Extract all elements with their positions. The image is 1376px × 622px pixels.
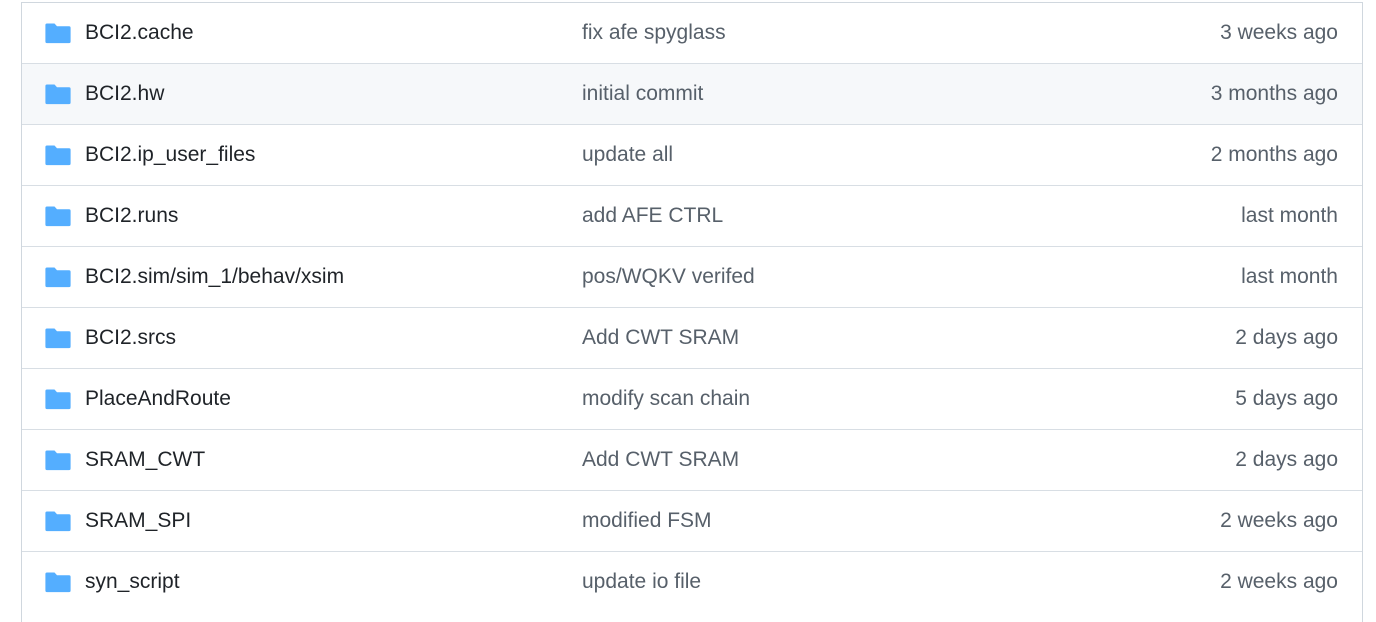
folder-name-link[interactable]: BCI2.srcs (85, 326, 176, 350)
folder-icon (45, 22, 71, 44)
folder-name-link[interactable]: BCI2.cache (85, 21, 194, 45)
commit-age: 2 weeks ago (1220, 509, 1338, 532)
file-list: BCI2.cache fix afe spyglass 3 weeks ago … (21, 2, 1363, 622)
commit-age: 5 days ago (1235, 387, 1338, 410)
file-row[interactable]: BCI2.runs add AFE CTRL last month (22, 185, 1362, 246)
folder-name-link[interactable]: BCI2.runs (85, 204, 178, 228)
folder-icon (45, 266, 71, 288)
commit-age: 2 days ago (1235, 326, 1338, 349)
commit-message-link[interactable]: modify scan chain (582, 387, 750, 411)
commit-age: 3 weeks ago (1220, 21, 1338, 44)
folder-name-link[interactable]: BCI2.ip_user_files (85, 143, 255, 167)
file-row[interactable]: PlaceAndRoute modify scan chain 5 days a… (22, 368, 1362, 429)
commit-age: 2 days ago (1235, 448, 1338, 471)
folder-icon (45, 510, 71, 532)
file-row[interactable]: syn_script update io file 2 weeks ago (22, 551, 1362, 612)
folder-icon (45, 144, 71, 166)
commit-message-link[interactable]: add AFE CTRL (582, 204, 723, 228)
folder-name-link[interactable]: SRAM_CWT (85, 448, 205, 472)
commit-age: 3 months ago (1210, 82, 1338, 105)
commit-message-link[interactable]: initial commit (582, 82, 703, 106)
folder-name-link[interactable]: BCI2.hw (85, 82, 164, 106)
commit-message-link[interactable]: Add CWT SRAM (582, 326, 739, 350)
folder-icon (45, 388, 71, 410)
file-row[interactable]: SRAM_SPI modified FSM 2 weeks ago (22, 490, 1362, 551)
file-row[interactable]: SRAM_CWT Add CWT SRAM 2 days ago (22, 429, 1362, 490)
commit-message-link[interactable]: update all (582, 143, 673, 167)
commit-age: 2 months ago (1210, 143, 1338, 166)
file-row[interactable]: BCI2.hw initial commit 3 months ago (22, 63, 1362, 124)
folder-name-link[interactable]: PlaceAndRoute (85, 387, 231, 411)
folder-icon (45, 205, 71, 227)
commit-age: last month (1241, 265, 1338, 288)
file-row[interactable]: BCI2.sim/sim_1/behav/xsim pos/WQKV verif… (22, 246, 1362, 307)
folder-icon (45, 83, 71, 105)
commit-message-link[interactable]: fix afe spyglass (582, 21, 726, 45)
commit-age: 2 weeks ago (1220, 570, 1338, 593)
file-row[interactable]: BCI2.srcs Add CWT SRAM 2 days ago (22, 307, 1362, 368)
folder-name-link[interactable]: BCI2.sim/sim_1/behav/xsim (85, 265, 344, 289)
file-row[interactable]: BCI2.cache fix afe spyglass 3 weeks ago (22, 3, 1362, 63)
commit-message-link[interactable]: update io file (582, 570, 701, 594)
folder-name-link[interactable]: syn_script (85, 570, 180, 594)
folder-name-link[interactable]: SRAM_SPI (85, 509, 191, 533)
folder-icon (45, 327, 71, 349)
commit-message-link[interactable]: Add CWT SRAM (582, 448, 739, 472)
folder-icon (45, 571, 71, 593)
commit-message-link[interactable]: pos/WQKV verifed (582, 265, 755, 289)
folder-icon (45, 449, 71, 471)
commit-message-link[interactable]: modified FSM (582, 509, 712, 533)
commit-age: last month (1241, 204, 1338, 227)
file-row[interactable]: BCI2.ip_user_files update all 2 months a… (22, 124, 1362, 185)
